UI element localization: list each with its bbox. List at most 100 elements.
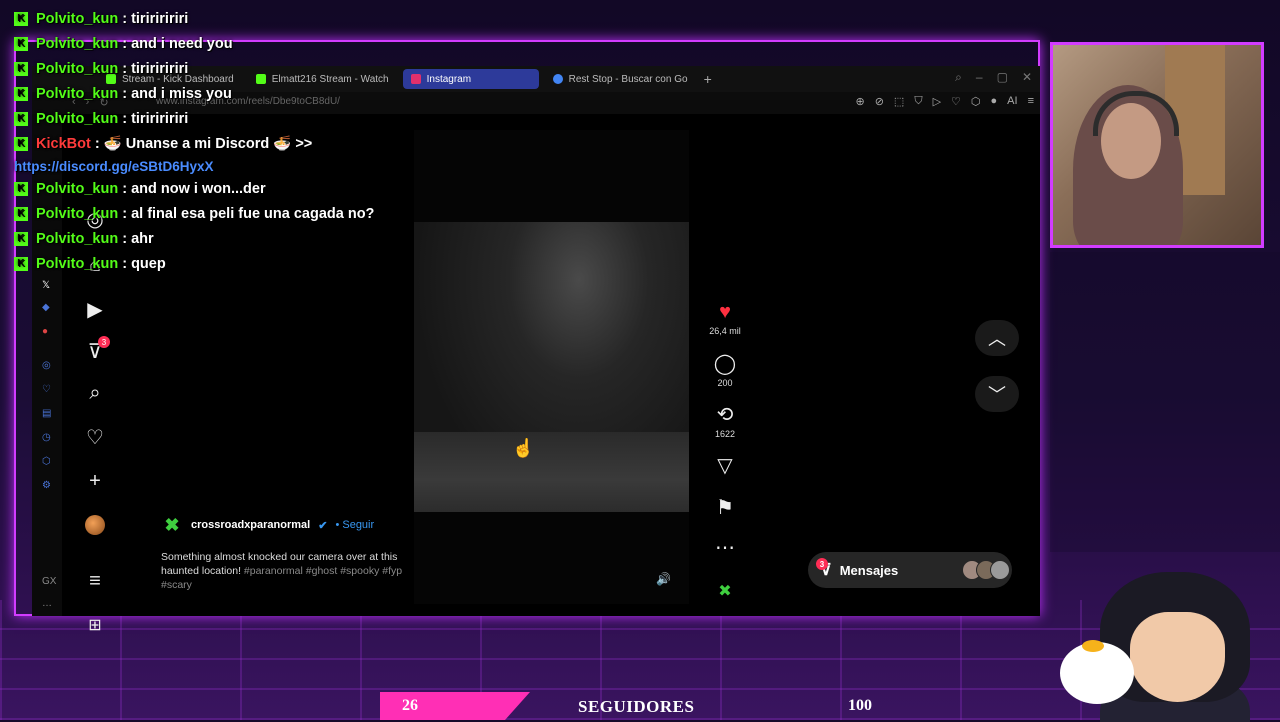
x-icon[interactable]: 𝕏 — [42, 280, 50, 291]
like-count: 26,4 mil — [709, 326, 741, 336]
ai-icon[interactable]: AI — [1007, 95, 1017, 108]
share-icon: ▽ — [717, 455, 733, 477]
follower-count: 26 — [402, 697, 418, 714]
extensions-icon[interactable]: ⬡ — [971, 95, 981, 108]
chat-message: K KickBot : 🍜 Unanse a mi Discord 🍜 >> — [0, 131, 520, 156]
chat-username: Polvito_kun — [36, 35, 119, 52]
chat-message: K Polvito_kun : tiririririri — [0, 6, 520, 31]
chat-username: Polvito_kun — [36, 85, 119, 102]
follow-label: Seguir — [342, 519, 375, 531]
menu-icon[interactable]: ≡ — [1028, 95, 1034, 108]
more-icon: ⋯ — [715, 537, 735, 559]
account-name[interactable]: crossroadxparanormal — [191, 519, 310, 531]
like-button[interactable]: ♥ 26,4 mil — [700, 300, 750, 336]
profile-avatar[interactable] — [82, 512, 108, 538]
chat-text: : tiririririri — [122, 110, 189, 127]
bluesky-icon[interactable]: ◆ — [42, 302, 50, 313]
window-controls: ⌕ – ▢ ✕ — [955, 70, 1032, 85]
pin-icon[interactable]: ⊘ — [875, 95, 884, 108]
search-icon[interactable]: ⌕ — [82, 380, 108, 406]
chat-message: K Polvito_kun : and now i won...der — [0, 176, 520, 201]
chevron-down-icon: ﹀ — [988, 385, 1006, 405]
messages-icon[interactable]: ⊽ 3 — [82, 336, 110, 364]
minimize-icon[interactable]: – — [976, 70, 983, 85]
kick-badge-icon: K — [14, 61, 28, 76]
overlay-side-panel — [1050, 252, 1280, 552]
zoom-icon[interactable]: ⊕ — [855, 95, 864, 108]
reels-icon[interactable]: ▶ — [82, 296, 108, 322]
kick-badge-icon: K — [14, 231, 28, 246]
kick-badge-icon: K — [14, 181, 28, 196]
chat-message: K Polvito_kun : al final esa peli fue una… — [0, 201, 520, 226]
history-icon[interactable]: ◷ — [42, 432, 51, 443]
notification-badge: 3 — [98, 336, 110, 348]
repost-button[interactable]: ⟲ 1622 — [700, 403, 750, 439]
shield-icon[interactable]: ⛉ — [914, 95, 922, 108]
stream-chat: K Polvito_kun : tiririririri K Polvito_kun… — [0, 6, 520, 276]
verified-icon: ✔ — [318, 519, 328, 532]
save-button[interactable]: ⚑ — [700, 496, 750, 520]
more-icon[interactable]: … — [42, 598, 52, 609]
mouse-cursor-icon: ☝ — [512, 438, 535, 458]
create-plus-icon[interactable]: + — [82, 468, 108, 494]
more-options-button[interactable]: ⋯ — [700, 536, 750, 560]
comment-button[interactable]: ◯ 200 — [700, 352, 750, 388]
audio-thumb-icon: ✖ — [718, 583, 732, 600]
new-tab-button[interactable]: + — [704, 71, 712, 87]
apps-grid-icon[interactable]: ⊞ — [82, 612, 108, 638]
kick-badge-icon: K — [14, 111, 28, 126]
kick-badge-icon: K — [14, 206, 28, 221]
search-icon[interactable]: ⌕ — [955, 70, 962, 85]
streamer-mascot — [1060, 572, 1260, 722]
messages-button[interactable]: ⊽ 3 Mensajes — [808, 552, 1012, 588]
heart-icon[interactable]: ♡ — [951, 95, 961, 108]
volume-icon[interactable]: 🔊 — [656, 572, 671, 586]
tab-google-search[interactable]: Rest Stop - Buscar con Go — [545, 69, 696, 89]
audio-button[interactable]: ✖ — [700, 580, 750, 604]
account-avatar-icon[interactable]: ✖ — [161, 514, 183, 536]
follower-goal-target: 100 — [848, 697, 872, 714]
more-menu-icon[interactable]: ≡ — [82, 568, 108, 594]
messages-label: Mensajes — [839, 562, 899, 578]
chevron-up-icon: ︿ — [988, 329, 1006, 349]
chat-username: Polvito_kun — [36, 10, 119, 27]
maximize-icon[interactable]: ▢ — [997, 70, 1008, 85]
heart-rail-icon[interactable]: ♡ — [42, 384, 51, 395]
snapshot-icon[interactable]: ⬚ — [894, 95, 904, 108]
share-button[interactable]: ▽ — [700, 454, 750, 478]
message-avatars — [962, 560, 1011, 580]
follow-link[interactable]: • Seguir — [335, 519, 374, 531]
notifications-heart-icon[interactable]: ♡ — [82, 424, 108, 450]
chat-username: Polvito_kun — [36, 180, 119, 197]
chat-username: KickBot — [36, 135, 91, 152]
chat-message: K Polvito_kun : tiririririri — [0, 106, 520, 131]
follower-goal-bar: 26 SEGUIDORES 100 — [380, 692, 910, 720]
caption-text: Something almost knocked our camera over… — [161, 550, 411, 592]
chat-text: : al final esa peli fue una cagada no? — [122, 205, 375, 222]
chat-message: K Polvito_kun : and i need you — [0, 31, 520, 56]
next-reel-button[interactable]: ﹀ — [975, 376, 1019, 412]
mascot-face — [1130, 612, 1225, 702]
chat-text: : quep — [122, 255, 166, 272]
profile-icon[interactable]: ● — [991, 95, 998, 108]
bookmarks-icon[interactable]: ◎ — [42, 360, 51, 371]
extensions-rail-icon[interactable]: ⬡ — [42, 456, 51, 467]
chat-text: : tiririririri — [122, 60, 189, 77]
tabs-icon[interactable]: ▤ — [42, 408, 51, 419]
google-favicon-icon — [552, 74, 563, 84]
chat-text: : and now i won...der — [122, 180, 266, 197]
settings-icon[interactable]: ⚙ — [42, 480, 51, 491]
repost-count: 1622 — [714, 429, 736, 439]
bookmark-icon: ⚑ — [716, 497, 734, 519]
messages-badge: 3 — [816, 558, 828, 570]
chat-username: Polvito_kun — [36, 255, 119, 272]
gx-icon[interactable]: GX — [42, 576, 56, 587]
chat-message: K Polvito_kun : and i miss you — [0, 81, 520, 106]
chat-link[interactable]: https://discord.gg/eSBtD6HyxX — [14, 159, 214, 174]
previous-reel-button[interactable]: ︿ — [975, 320, 1019, 356]
play-icon[interactable]: ▷ — [933, 95, 941, 108]
app-icon[interactable]: ● — [42, 326, 48, 337]
tab-label: Rest Stop - Buscar con Go — [568, 73, 688, 85]
close-icon[interactable]: ✕ — [1022, 70, 1032, 85]
chat-username: Polvito_kun — [36, 60, 119, 77]
